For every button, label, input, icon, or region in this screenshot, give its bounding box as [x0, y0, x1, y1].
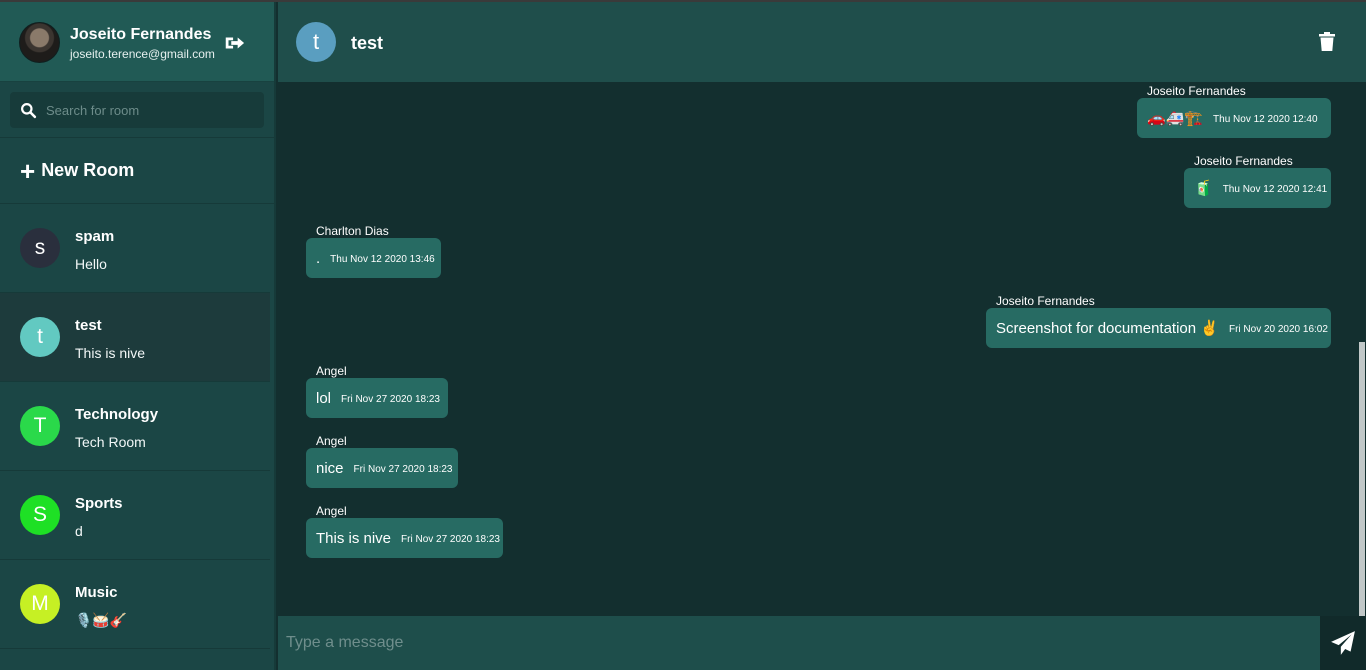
message-time: Fri Nov 27 2020 18:23 [341, 394, 440, 405]
message-time: Thu Nov 12 2020 12:40 [1213, 114, 1318, 125]
message-input[interactable] [278, 616, 1320, 670]
message-scrollbar[interactable] [1356, 82, 1366, 616]
message-time: Thu Nov 12 2020 13:46 [330, 254, 435, 265]
room-name: test [75, 317, 102, 334]
message-text: lol [316, 389, 332, 407]
room-item-technology[interactable]: T Technology Tech Room [0, 382, 270, 471]
message-text: nice [316, 459, 344, 477]
trash-icon[interactable] [1319, 32, 1335, 51]
message-text: . [316, 249, 321, 267]
message-composer [278, 616, 1366, 670]
room-last-message: Hello [75, 256, 107, 272]
room-avatar: t [20, 317, 60, 357]
message-sender: Joseito Fernandes [996, 294, 1095, 308]
room-last-message: d [75, 523, 83, 539]
message-time: Fri Nov 27 2020 18:23 [353, 464, 453, 475]
message-sender: Angel [316, 504, 347, 518]
room-name: spam [75, 228, 115, 245]
plus-icon: + [20, 155, 36, 186]
room-item-music[interactable]: M Music 🎙️🥁🎸 [0, 560, 270, 649]
message-sender: Joseito Fernandes [1147, 84, 1246, 98]
message-bubble: . Thu Nov 12 2020 13:46 [306, 238, 441, 278]
new-room-label: New Room [41, 160, 135, 180]
message-bubble: 🚗🚑🏗️ Thu Nov 12 2020 12:40 [1137, 98, 1331, 138]
search-input[interactable] [46, 92, 256, 128]
user-avatar[interactable] [19, 22, 60, 63]
chat-header: t test [278, 2, 1366, 82]
room-title: test [351, 33, 384, 53]
message-bubble: Screenshot for documentation ✌️ Fri Nov … [986, 308, 1331, 348]
room-name: Music [75, 584, 118, 601]
message-bubble: lol Fri Nov 27 2020 18:23 [306, 378, 448, 418]
room-avatar: S [20, 495, 60, 535]
sidebar: Joseito Fernandes joseito.terence@gmail.… [0, 2, 276, 670]
room-name: Sports [75, 495, 123, 512]
room-avatar: T [20, 406, 60, 446]
message-time: Fri Nov 27 2020 18:23 [401, 534, 500, 545]
message-sender: Joseito Fernandes [1194, 154, 1293, 168]
message-text: 🧃 [1194, 180, 1213, 197]
search-box [10, 92, 264, 128]
room-item-sports[interactable]: S Sports d [0, 471, 270, 560]
room-last-message: Tech Room [75, 434, 146, 450]
send-button[interactable] [1320, 616, 1366, 670]
room-last-message: This is nive [75, 345, 146, 361]
room-last-message: 🎙️🥁🎸 [75, 612, 128, 628]
chat-app: Joseito Fernandes joseito.terence@gmail.… [0, 0, 1366, 670]
scroll-thumb[interactable] [1359, 342, 1365, 616]
room-avatar: s [20, 228, 60, 268]
room-item-test[interactable]: t test This is nive [0, 293, 270, 382]
message-sender: Angel [316, 364, 347, 378]
send-icon [1331, 631, 1355, 655]
message-sender: Charlton Dias [316, 224, 389, 238]
message-text: This is nive [316, 529, 392, 547]
message-list: Joseito Fernandes 🚗🚑🏗️ Thu Nov 12 2020 1… [278, 82, 1354, 616]
room-avatar: t [296, 22, 336, 62]
message-time: Fri Nov 20 2020 16:02 [1228, 324, 1328, 335]
room-avatar: M [20, 584, 60, 624]
new-room-button[interactable]: + New Room [0, 138, 274, 204]
logout-icon[interactable] [223, 32, 245, 54]
room-name: Technology [75, 406, 159, 423]
message-bubble: This is nive Fri Nov 27 2020 18:23 [306, 518, 503, 558]
message-text: Screenshot for documentation ✌️ [996, 320, 1219, 337]
user-name: Joseito Fernandes [70, 26, 212, 43]
search-icon [21, 103, 37, 119]
search-section [0, 82, 274, 138]
message-sender: Angel [316, 434, 347, 448]
user-profile: Joseito Fernandes joseito.terence@gmail.… [0, 2, 274, 82]
user-email: joseito.terence@gmail.com [70, 47, 215, 61]
room-item-spam[interactable]: s spam Hello [0, 204, 270, 293]
message-time: Thu Nov 12 2020 12:41 [1222, 184, 1328, 195]
message-bubble: 🧃 Thu Nov 12 2020 12:41 [1184, 168, 1331, 208]
message-text: 🚗🚑🏗️ [1147, 110, 1204, 127]
room-list: s spam Hello t test This is nive T Techn… [0, 204, 274, 649]
message-bubble: nice Fri Nov 27 2020 18:23 [306, 448, 458, 488]
